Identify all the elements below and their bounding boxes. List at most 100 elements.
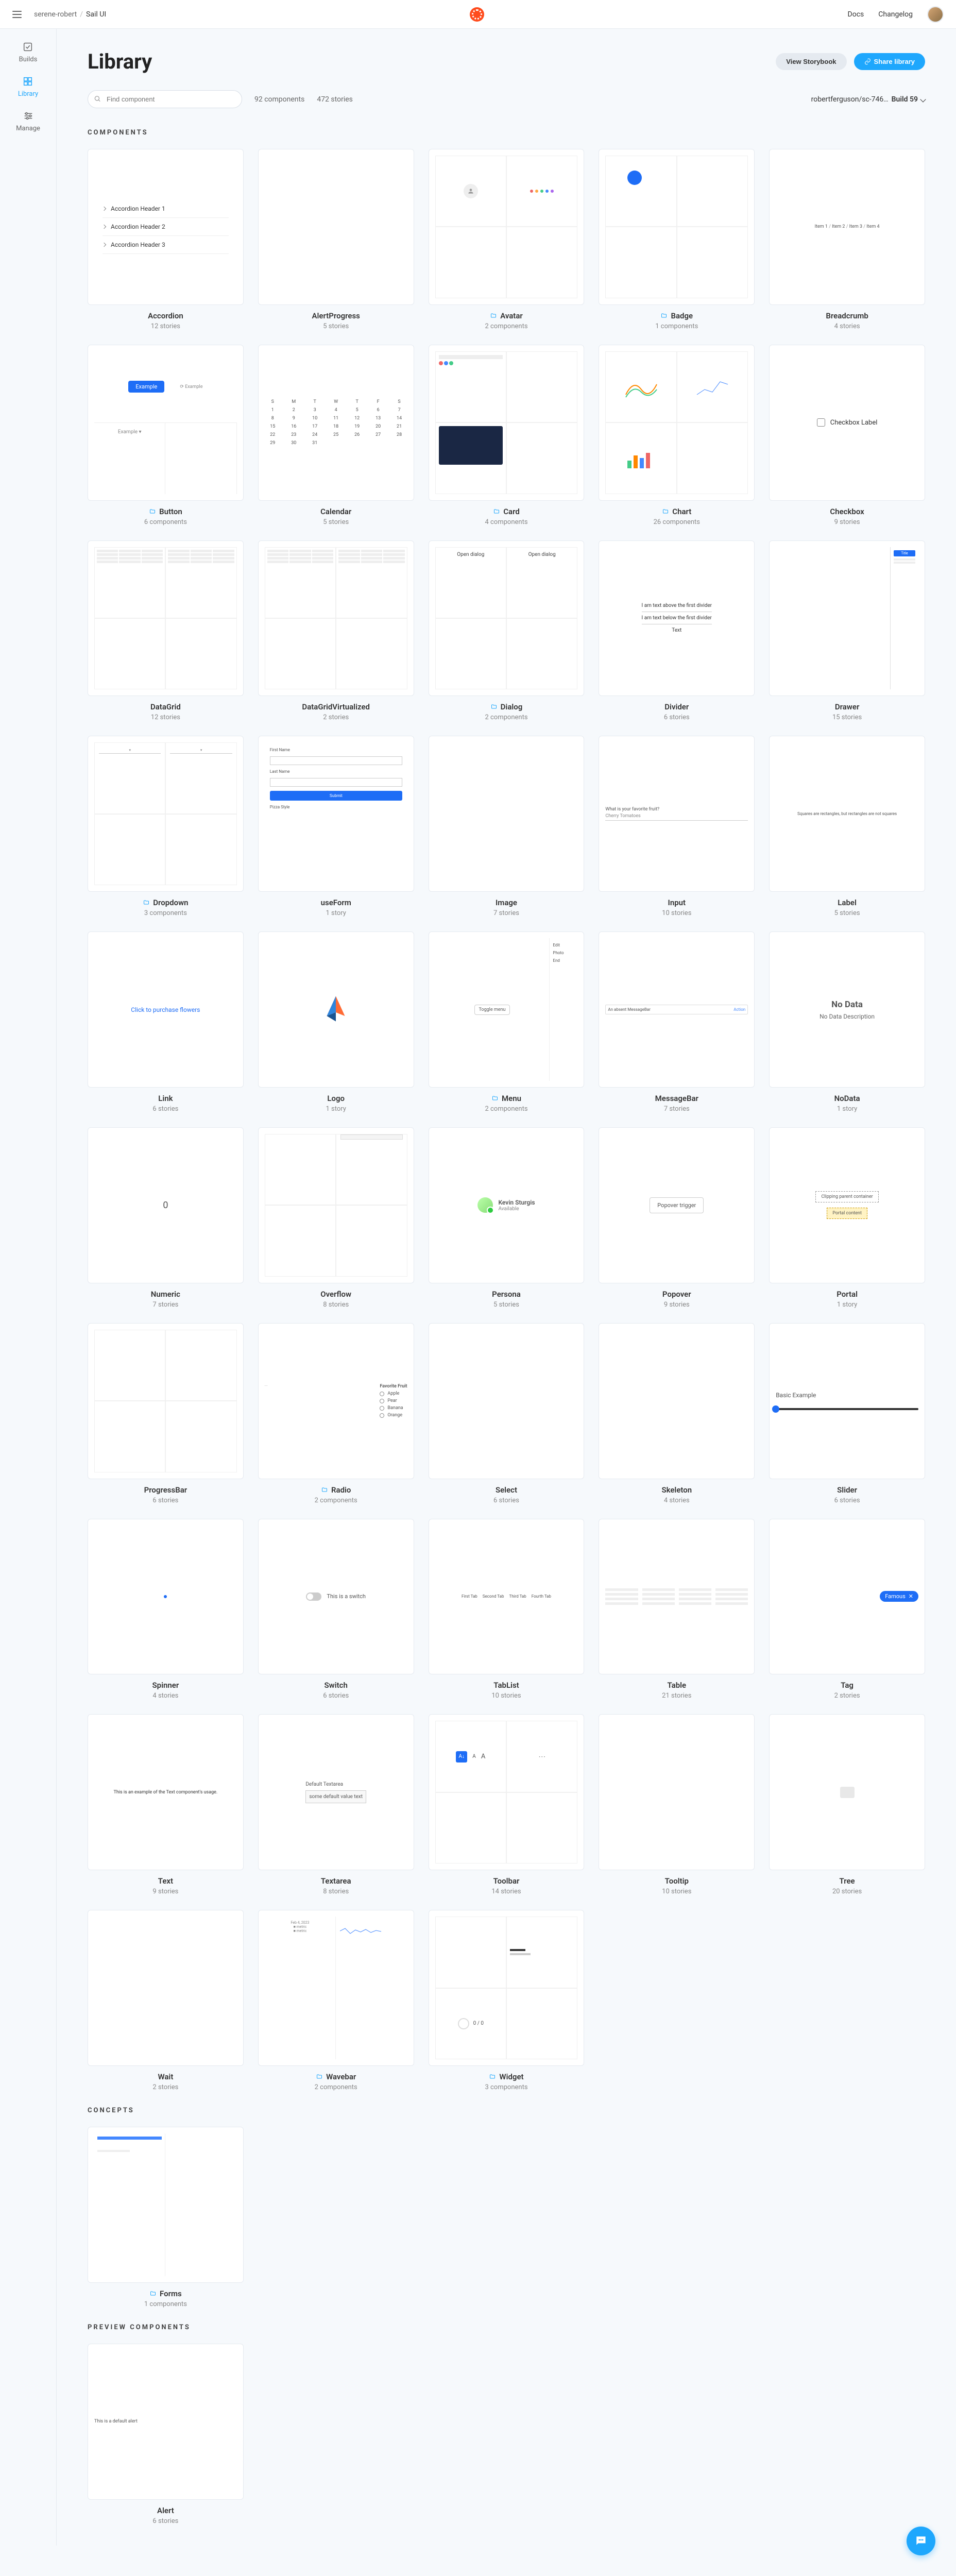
section-components: COMPONENTS <box>88 129 925 137</box>
component-subtitle: 2 components <box>485 323 527 330</box>
menu-toggle-button[interactable] <box>12 11 22 18</box>
chat-icon <box>914 2534 928 2548</box>
folder-icon <box>149 2291 157 2297</box>
component-name: Avatar <box>490 311 523 320</box>
component-subtitle: 10 stories <box>662 909 691 917</box>
changelog-link[interactable]: Changelog <box>878 10 913 19</box>
folder-icon <box>149 509 156 515</box>
component-preview <box>599 149 755 305</box>
component-subtitle: 21 stories <box>662 1692 691 1700</box>
sidebar-item-builds[interactable]: Builds <box>19 41 38 63</box>
component-card[interactable]: Kevin SturgisAvailable Persona 5 stories <box>429 1127 585 1309</box>
component-card[interactable]: Default Textareasome default value text … <box>258 1714 414 1895</box>
component-card[interactable]: Wait 2 stories <box>88 1910 244 2091</box>
component-name: Portal <box>836 1290 858 1299</box>
component-subtitle: 12 stories <box>151 323 180 330</box>
search-input[interactable] <box>88 90 242 108</box>
component-card[interactable]: Checkbox Label Checkbox 9 stories <box>769 345 925 526</box>
component-card[interactable]: Accordion Header 1Accordion Header 2Acco… <box>88 149 244 330</box>
component-card[interactable]: This is a switch Switch 6 stories <box>258 1519 414 1700</box>
component-preview: SMTWTFS123456789101112131415161718192021… <box>258 345 414 501</box>
component-name: Checkbox <box>830 507 864 516</box>
component-subtitle: 6 stories <box>493 1497 519 1504</box>
component-card[interactable]: This is a default alert Alert 6 stories <box>88 2344 244 2525</box>
component-card[interactable]: Badge 1 components <box>599 149 755 330</box>
component-card[interactable]: ▾▾ Dropdown 3 components <box>88 736 244 917</box>
component-card[interactable]: Feb 4, 2023■ metric■ metric Wavebar 2 co… <box>258 1910 414 2091</box>
component-card[interactable]: Card 4 components <box>429 345 585 526</box>
component-card[interactable]: Tree 20 stories <box>769 1714 925 1895</box>
intercom-chat-button[interactable] <box>907 2527 935 2555</box>
component-card[interactable]: Select 6 stories <box>429 1323 585 1504</box>
component-card[interactable]: 0 Numeric 7 stories <box>88 1127 244 1309</box>
component-subtitle: 6 stories <box>664 714 690 721</box>
component-preview: Title <box>769 540 925 697</box>
component-card[interactable]: Forms 1 components <box>88 2127 244 2308</box>
component-subtitle: 4 stories <box>664 1497 690 1504</box>
component-card[interactable]: ...Favorite FruitApplePearBananaOrange R… <box>258 1323 414 1504</box>
component-card[interactable]: Avatar 2 components <box>429 149 585 330</box>
sidebar-item-library[interactable]: Library <box>18 76 38 98</box>
component-subtitle: 1 story <box>326 909 346 917</box>
component-name: Toolbar <box>493 1876 520 1886</box>
chromatic-logo-icon[interactable] <box>470 7 484 22</box>
component-card[interactable]: Logo 1 story <box>258 931 414 1113</box>
component-name: TabList <box>493 1681 519 1690</box>
docs-link[interactable]: Docs <box>848 10 864 19</box>
component-card[interactable]: Clipping parent containerPortal content … <box>769 1127 925 1309</box>
component-card[interactable]: Famous ✕ Tag 2 stories <box>769 1519 925 1700</box>
component-preview: Checkbox Label <box>769 345 925 501</box>
component-card[interactable]: SMTWTFS123456789101112131415161718192021… <box>258 345 414 526</box>
view-storybook-button[interactable]: View Storybook <box>776 53 846 70</box>
component-card[interactable]: Overflow 8 stories <box>258 1127 414 1309</box>
component-name: Dialog <box>490 702 523 711</box>
component-card[interactable]: Table 21 stories <box>599 1519 755 1700</box>
component-card[interactable]: Popover trigger Popover 9 stories <box>599 1127 755 1309</box>
folder-icon <box>491 1095 499 1101</box>
component-subtitle: 1 story <box>837 1301 857 1309</box>
component-card[interactable]: Image 7 stories <box>429 736 585 917</box>
component-card[interactable]: First TabSecond TabThird TabFourth Tab T… <box>429 1519 585 1700</box>
sidebar-item-manage[interactable]: Manage <box>16 110 40 132</box>
component-card[interactable]: Tooltip 10 stories <box>599 1714 755 1895</box>
component-card[interactable]: Squares are rectangles, but rectangles a… <box>769 736 925 917</box>
component-card[interactable]: Click to purchase flowers Link 6 stories <box>88 931 244 1113</box>
component-name: Spinner <box>152 1681 179 1690</box>
org-name: serene-robert <box>34 10 77 19</box>
component-card[interactable]: Example⟳ ExampleExample ▾ Button 6 compo… <box>88 345 244 526</box>
component-card[interactable]: An absent MessageBar Action MessageBar 7… <box>599 931 755 1113</box>
component-card[interactable]: Item 1 / Item 2 / Item 3 / Item 4 Breadc… <box>769 149 925 330</box>
component-subtitle: 8 stories <box>323 1301 349 1309</box>
component-card[interactable]: I am text above the first dividerI am te… <box>599 540 755 722</box>
component-preview <box>88 1323 244 1479</box>
component-card[interactable]: ProgressBar 6 stories <box>88 1323 244 1504</box>
component-card[interactable]: What is your favorite fruit?Cherry Tomat… <box>599 736 755 917</box>
component-subtitle: 15 stories <box>832 714 862 721</box>
user-avatar[interactable] <box>927 6 944 23</box>
component-card[interactable]: First NameLast NameSubmitPizza Style use… <box>258 736 414 917</box>
project-breadcrumb[interactable]: serene-robert / Sail UI <box>34 10 106 19</box>
component-card[interactable]: Open dialogOpen dialog Dialog 2 componen… <box>429 540 585 722</box>
component-card[interactable]: Toggle menuEditPhotoEnd Menu 2 component… <box>429 931 585 1113</box>
component-card[interactable]: Spinner 4 stories <box>88 1519 244 1700</box>
component-card[interactable]: Title Drawer 15 stories <box>769 540 925 722</box>
component-subtitle: 3 components <box>144 909 187 917</box>
component-card[interactable]: No DataNo Data Description NoData 1 stor… <box>769 931 925 1113</box>
folder-icon <box>662 509 669 515</box>
stories-count: 472 stories <box>317 95 353 104</box>
folder-icon <box>490 313 497 319</box>
component-name: Label <box>838 898 857 907</box>
component-preview: Feb 4, 2023■ metric■ metric <box>258 1910 414 2066</box>
component-card[interactable]: Skeleton 4 stories <box>599 1323 755 1504</box>
component-card[interactable]: This is an example of the Text component… <box>88 1714 244 1895</box>
button-label: Share library <box>874 58 915 65</box>
component-card[interactable]: Chart 26 components <box>599 345 755 526</box>
component-card[interactable]: Basic Example Slider 6 stories <box>769 1323 925 1504</box>
component-card[interactable]: 0 / 0 Widget 3 components <box>429 1910 585 2091</box>
component-card[interactable]: AlertProgress 5 stories <box>258 149 414 330</box>
component-card[interactable]: DataGridVirtualized 2 stories <box>258 540 414 722</box>
component-card[interactable]: A↓AA⋯ Toolbar 14 stories <box>429 1714 585 1895</box>
share-library-button[interactable]: Share library <box>854 53 926 70</box>
component-card[interactable]: DataGrid 12 stories <box>88 540 244 722</box>
build-selector[interactable]: robertferguson/sc-746… Build 59 <box>811 95 925 104</box>
